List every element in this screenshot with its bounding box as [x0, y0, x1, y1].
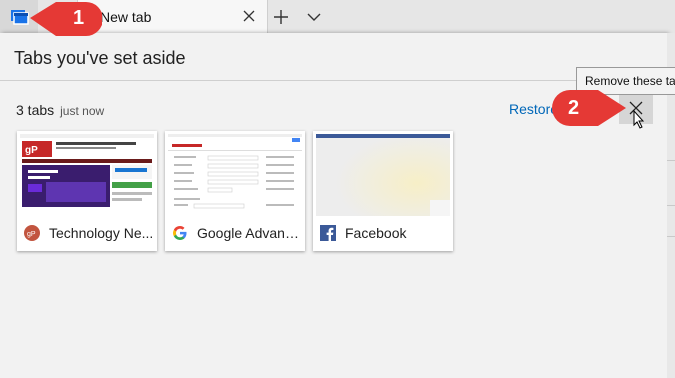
page-thumbnail — [316, 134, 450, 216]
page-edge-line — [667, 236, 675, 237]
gp-favicon-icon: gP — [24, 225, 40, 241]
callout-2: 2 — [552, 88, 628, 128]
tab-new-tab[interactable]: New tab — [77, 0, 268, 33]
tab-label: New tab — [100, 9, 152, 25]
callout-1: 1 — [28, 0, 102, 38]
restore-link[interactable]: Restore — [509, 101, 558, 117]
google-advanced-search-thumbnail-image — [168, 134, 302, 216]
callout-1-arrow — [30, 2, 102, 36]
tab-card-facebook[interactable]: Facebook — [313, 131, 453, 251]
tabs-aside-panel: Tabs you've set aside 3 tabs just now Res… — [0, 33, 667, 378]
tab-group-header: 3 tabs just now — [16, 102, 104, 118]
callout-1-number: 1 — [73, 7, 85, 29]
page-edge-line — [667, 160, 675, 161]
tabs-aside-icon — [11, 10, 29, 25]
panel-title: Tabs you've set aside — [14, 48, 186, 68]
facebook-thumbnail-image — [316, 134, 450, 216]
tab-card-title: Technology Ne... — [49, 225, 154, 241]
new-tab-plus-icon[interactable] — [270, 6, 292, 28]
page-thumbnail: gP — [20, 134, 154, 216]
close-tab-icon[interactable] — [239, 6, 259, 26]
groovypost-thumbnail-image: gP — [20, 134, 154, 216]
page-edge-line — [667, 205, 675, 206]
svg-text:gP: gP — [27, 231, 36, 238]
tab-card-technology[interactable]: gP gP Technology Ne... — [17, 131, 157, 251]
page-thumbnail — [168, 134, 302, 216]
google-favicon-icon — [173, 226, 187, 240]
mouse-cursor-icon — [633, 110, 645, 129]
callout-2-arrow — [552, 90, 626, 126]
tab-group-count: 3 tabs — [16, 102, 55, 118]
chevron-down-icon[interactable] — [303, 6, 325, 28]
tab-group-time: just now — [60, 104, 105, 118]
facebook-favicon-icon — [320, 225, 336, 241]
tab-card-title: Google Advanc... — [197, 225, 302, 241]
tab-card-google[interactable]: Google Advanc... — [165, 131, 305, 251]
callout-2-number: 2 — [568, 97, 580, 119]
svg-text:gP: gP — [25, 145, 38, 156]
panel-divider — [0, 80, 667, 81]
tab-card-title: Facebook — [345, 225, 407, 241]
